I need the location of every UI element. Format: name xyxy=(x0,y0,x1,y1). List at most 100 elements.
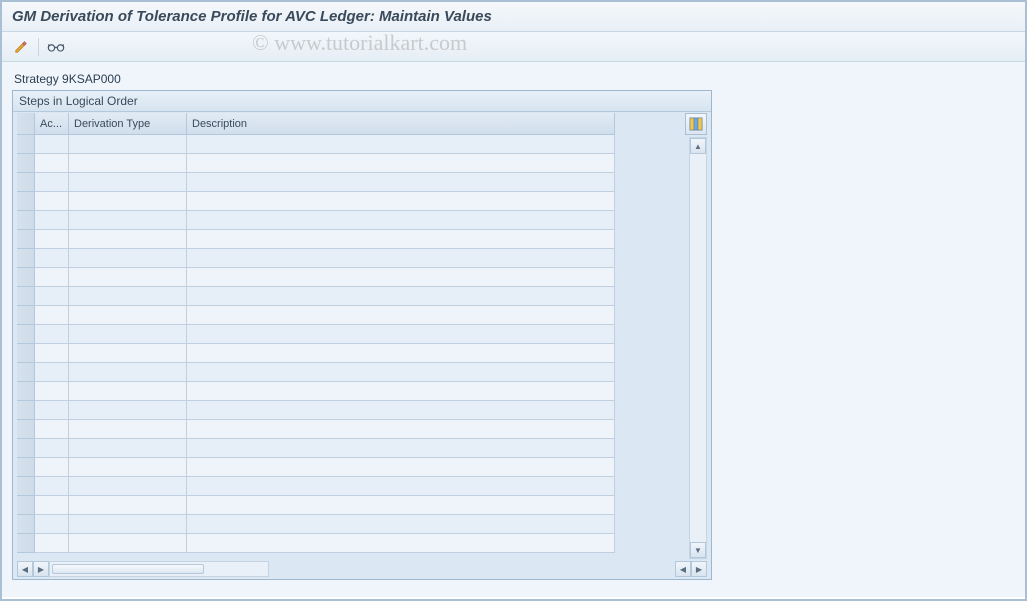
row-selector[interactable] xyxy=(17,401,35,420)
cell-derivation-type[interactable] xyxy=(69,515,187,534)
row-selector[interactable] xyxy=(17,496,35,515)
cell-derivation-type[interactable] xyxy=(69,325,187,344)
cell-description[interactable] xyxy=(187,477,615,496)
cell-derivation-type[interactable] xyxy=(69,268,187,287)
cell-ac[interactable] xyxy=(35,382,69,401)
row-selector[interactable] xyxy=(17,363,35,382)
cell-derivation-type[interactable] xyxy=(69,439,187,458)
cell-description[interactable] xyxy=(187,458,615,477)
table-row[interactable] xyxy=(17,306,707,325)
cell-derivation-type[interactable] xyxy=(69,287,187,306)
cell-description[interactable] xyxy=(187,249,615,268)
cell-description[interactable] xyxy=(187,439,615,458)
scroll-left-begin-icon[interactable]: ◀ xyxy=(17,561,33,577)
table-row[interactable] xyxy=(17,192,707,211)
row-selector[interactable] xyxy=(17,458,35,477)
scroll-right-end-icon[interactable]: ▶ xyxy=(691,561,707,577)
table-row[interactable] xyxy=(17,401,707,420)
cell-derivation-type[interactable] xyxy=(69,420,187,439)
table-row[interactable] xyxy=(17,154,707,173)
row-selector[interactable] xyxy=(17,477,35,496)
cell-ac[interactable] xyxy=(35,211,69,230)
cell-derivation-type[interactable] xyxy=(69,363,187,382)
row-selector[interactable] xyxy=(17,344,35,363)
cell-derivation-type[interactable] xyxy=(69,135,187,154)
hscroll-track-left[interactable] xyxy=(49,561,269,577)
row-selector[interactable] xyxy=(17,439,35,458)
row-selector[interactable] xyxy=(17,534,35,553)
scroll-right-icon[interactable]: ◀ xyxy=(675,561,691,577)
row-selector[interactable] xyxy=(17,135,35,154)
cell-description[interactable] xyxy=(187,496,615,515)
table-row[interactable] xyxy=(17,211,707,230)
cell-ac[interactable] xyxy=(35,135,69,154)
cell-description[interactable] xyxy=(187,230,615,249)
cell-derivation-type[interactable] xyxy=(69,401,187,420)
column-header-description[interactable]: Description xyxy=(187,113,615,135)
row-selector[interactable] xyxy=(17,249,35,268)
cell-ac[interactable] xyxy=(35,401,69,420)
display-button[interactable] xyxy=(45,37,67,57)
row-selector[interactable] xyxy=(17,268,35,287)
cell-ac[interactable] xyxy=(35,154,69,173)
cell-derivation-type[interactable] xyxy=(69,154,187,173)
edit-button[interactable] xyxy=(10,37,32,57)
cell-ac[interactable] xyxy=(35,287,69,306)
cell-description[interactable] xyxy=(187,344,615,363)
table-row[interactable] xyxy=(17,515,707,534)
cell-derivation-type[interactable] xyxy=(69,173,187,192)
table-row[interactable] xyxy=(17,458,707,477)
table-row[interactable] xyxy=(17,325,707,344)
table-row[interactable] xyxy=(17,496,707,515)
scroll-track[interactable] xyxy=(690,154,706,542)
row-selector[interactable] xyxy=(17,192,35,211)
cell-derivation-type[interactable] xyxy=(69,192,187,211)
row-selector[interactable] xyxy=(17,382,35,401)
cell-description[interactable] xyxy=(187,154,615,173)
table-row[interactable] xyxy=(17,249,707,268)
cell-ac[interactable] xyxy=(35,306,69,325)
table-row[interactable] xyxy=(17,135,707,154)
row-selector[interactable] xyxy=(17,325,35,344)
cell-ac[interactable] xyxy=(35,230,69,249)
cell-description[interactable] xyxy=(187,382,615,401)
table-row[interactable] xyxy=(17,477,707,496)
table-row[interactable] xyxy=(17,344,707,363)
cell-ac[interactable] xyxy=(35,363,69,382)
cell-derivation-type[interactable] xyxy=(69,382,187,401)
cell-derivation-type[interactable] xyxy=(69,230,187,249)
cell-ac[interactable] xyxy=(35,249,69,268)
table-row[interactable] xyxy=(17,230,707,249)
cell-ac[interactable] xyxy=(35,268,69,287)
cell-ac[interactable] xyxy=(35,534,69,553)
table-row[interactable] xyxy=(17,382,707,401)
cell-ac[interactable] xyxy=(35,515,69,534)
vertical-scrollbar[interactable]: ▲ ▼ xyxy=(689,137,707,559)
row-selector[interactable] xyxy=(17,230,35,249)
cell-derivation-type[interactable] xyxy=(69,477,187,496)
cell-description[interactable] xyxy=(187,173,615,192)
cell-description[interactable] xyxy=(187,534,615,553)
row-selector[interactable] xyxy=(17,420,35,439)
cell-description[interactable] xyxy=(187,135,615,154)
table-settings-button[interactable] xyxy=(685,113,707,135)
cell-description[interactable] xyxy=(187,420,615,439)
row-selector[interactable] xyxy=(17,306,35,325)
cell-ac[interactable] xyxy=(35,420,69,439)
table-row[interactable] xyxy=(17,363,707,382)
cell-description[interactable] xyxy=(187,192,615,211)
cell-derivation-type[interactable] xyxy=(69,496,187,515)
column-header-derivation-type[interactable]: Derivation Type xyxy=(69,113,187,135)
row-selector[interactable] xyxy=(17,173,35,192)
cell-derivation-type[interactable] xyxy=(69,249,187,268)
scroll-up-icon[interactable]: ▲ xyxy=(690,138,706,154)
column-header-ac[interactable]: Ac... xyxy=(35,113,69,135)
cell-ac[interactable] xyxy=(35,325,69,344)
row-selector[interactable] xyxy=(17,154,35,173)
cell-description[interactable] xyxy=(187,306,615,325)
table-row[interactable] xyxy=(17,420,707,439)
cell-ac[interactable] xyxy=(35,173,69,192)
cell-description[interactable] xyxy=(187,268,615,287)
row-selector[interactable] xyxy=(17,287,35,306)
row-selector[interactable] xyxy=(17,211,35,230)
